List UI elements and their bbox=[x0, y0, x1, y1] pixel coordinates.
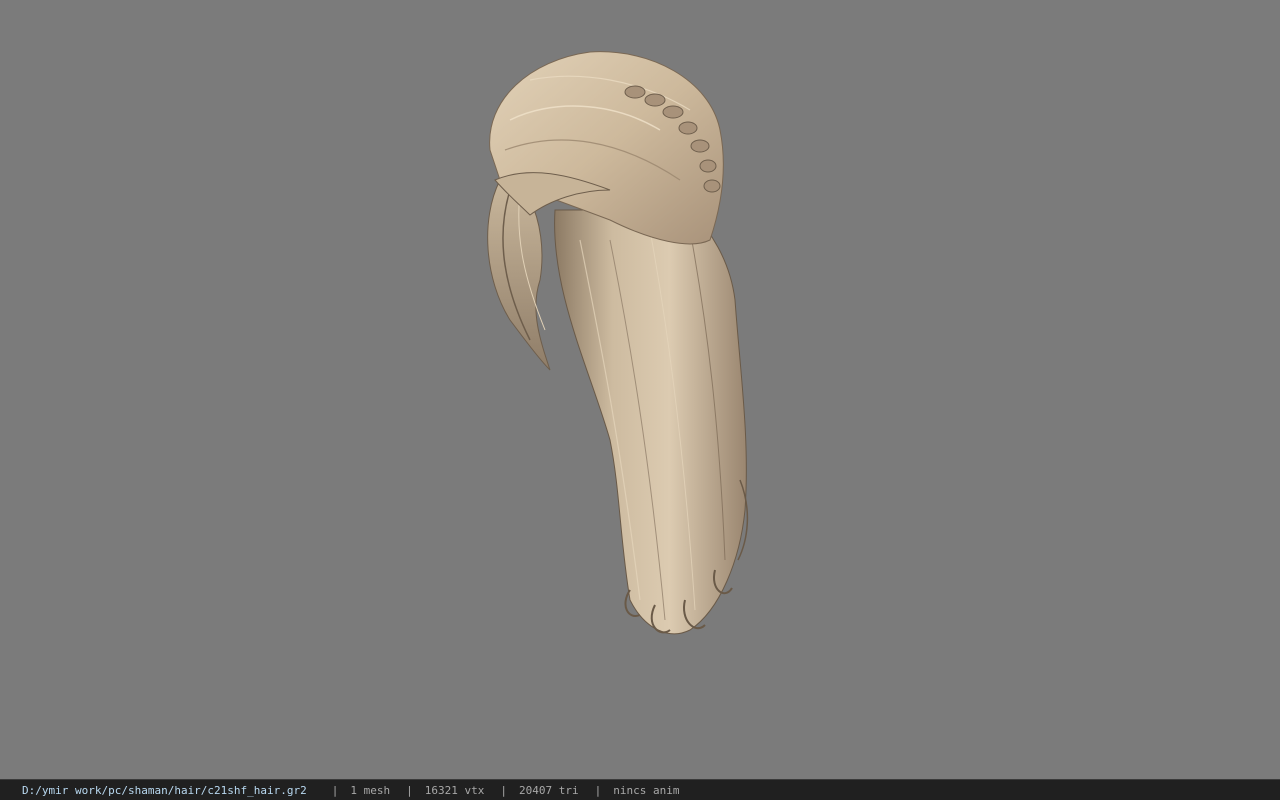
separator: | bbox=[500, 783, 508, 797]
vertex-count: 16321 vtx bbox=[424, 783, 485, 797]
file-path: D:/ymir work/pc/shaman/hair/c21shf_hair.… bbox=[22, 783, 307, 797]
separator: | bbox=[406, 783, 413, 797]
3d-viewport[interactable] bbox=[0, 0, 1280, 779]
status-bar: D:/ymir work/pc/shaman/hair/c21shf_hair.… bbox=[0, 779, 1280, 800]
hair-long-back bbox=[554, 209, 747, 635]
hair-model bbox=[487, 51, 749, 635]
mesh-count: 1 mesh bbox=[350, 783, 391, 797]
animation-status: nincs anim bbox=[613, 783, 680, 797]
triangle-count: 20407 tri bbox=[519, 783, 579, 797]
separator: | bbox=[331, 783, 339, 797]
separator: | bbox=[594, 783, 602, 797]
